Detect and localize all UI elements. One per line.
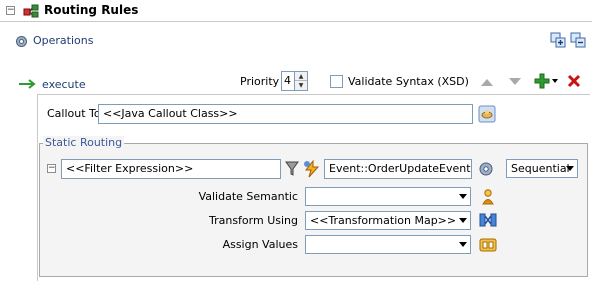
assign-values-icon[interactable] xyxy=(479,236,497,254)
rule-name-link[interactable]: execute xyxy=(42,78,86,91)
transformation-map-icon[interactable] xyxy=(479,211,497,229)
static-routing-legend: Static Routing xyxy=(43,136,125,149)
chevron-down-icon xyxy=(459,194,467,199)
header-divider xyxy=(0,21,592,22)
spinner-up-arrow-icon[interactable]: ▲ xyxy=(295,72,307,81)
gear-icon[interactable] xyxy=(478,161,494,177)
callout-label: Callout To xyxy=(47,107,101,120)
move-up-icon[interactable] xyxy=(480,77,494,87)
collapse-toggle[interactable]: − xyxy=(6,6,15,15)
add-dropdown-arrow-icon[interactable] xyxy=(551,78,559,84)
validate-syntax-label: Validate Syntax (XSD) xyxy=(348,75,469,88)
filter-expression-input[interactable]: <<Filter Expression>> xyxy=(61,159,281,179)
transform-using-label: Transform Using xyxy=(208,214,298,227)
arrow-right-icon xyxy=(19,79,36,89)
validate-semantic-select[interactable] xyxy=(305,187,471,206)
routing-mode-select[interactable]: Sequential xyxy=(506,159,578,178)
operations-link[interactable]: Operations xyxy=(33,34,93,47)
route-collapse-toggle[interactable]: − xyxy=(47,164,56,173)
gear-icon xyxy=(16,36,27,47)
routing-rules-icon xyxy=(23,4,39,18)
assign-values-label: Assign Values xyxy=(222,238,298,251)
add-icon[interactable] xyxy=(534,73,550,89)
delete-icon[interactable] xyxy=(567,74,581,88)
assign-values-select[interactable] xyxy=(305,235,471,254)
validate-syntax-checkbox[interactable] xyxy=(330,75,343,88)
person-icon[interactable] xyxy=(481,188,495,206)
event-input[interactable]: Event::OrderUpdateEvent xyxy=(324,159,472,179)
chevron-down-icon xyxy=(566,166,574,171)
chevron-down-icon xyxy=(459,242,467,247)
move-down-icon[interactable] xyxy=(508,77,522,87)
collapse-all-icon[interactable] xyxy=(570,32,587,49)
chevron-down-icon xyxy=(459,218,467,223)
transform-using-select[interactable]: <<Transformation Map>> xyxy=(305,211,471,230)
validate-semantic-label: Validate Semantic xyxy=(198,190,298,203)
page-title: Routing Rules xyxy=(44,3,139,17)
priority-spinner[interactable]: 4 ▲ ▼ xyxy=(281,71,308,91)
priority-value[interactable]: 4 xyxy=(281,71,295,91)
browse-callout-icon[interactable] xyxy=(478,105,496,123)
filter-icon[interactable] xyxy=(285,161,299,177)
expand-all-icon[interactable] xyxy=(550,32,567,49)
callout-input[interactable]: <<Java Callout Class>> xyxy=(98,104,473,124)
event-lightning-icon[interactable] xyxy=(303,160,321,178)
spinner-down-arrow-icon[interactable]: ▼ xyxy=(295,81,307,90)
priority-label: Priority xyxy=(240,75,280,88)
